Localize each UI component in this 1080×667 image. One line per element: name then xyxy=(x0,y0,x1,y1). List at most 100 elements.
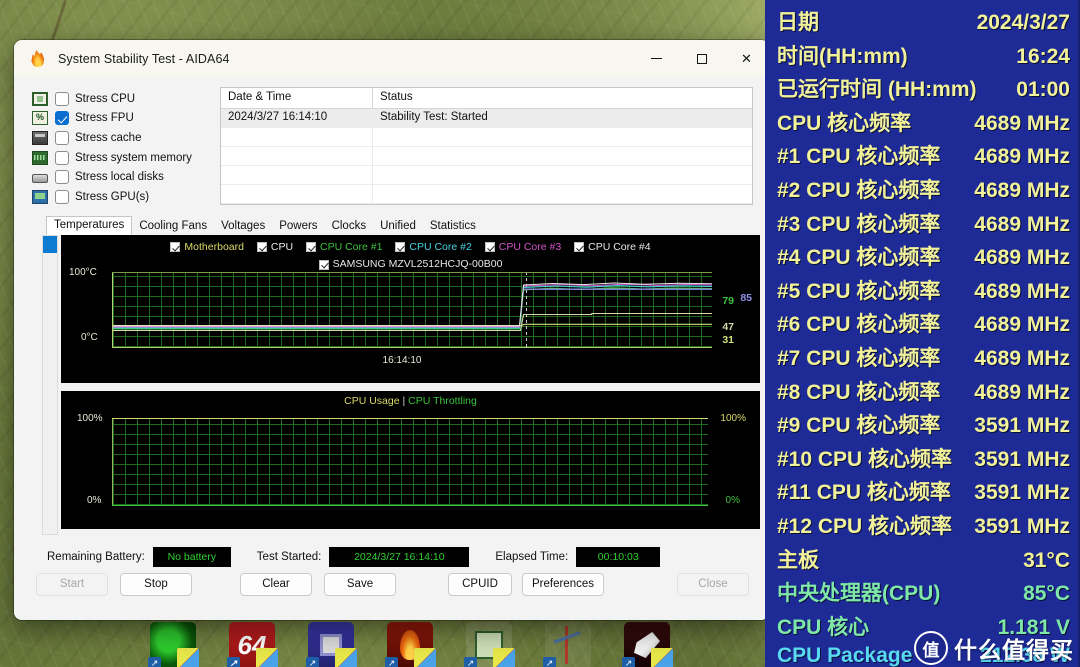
cpuid-button[interactable]: CPUID xyxy=(448,572,512,596)
osd-key: CPU 核心 xyxy=(777,615,870,639)
close-button[interactable]: Close xyxy=(677,572,749,596)
start-button[interactable]: Start xyxy=(36,572,108,596)
usage-title-separator: | xyxy=(402,394,406,407)
close-icon[interactable]: ✕ xyxy=(724,40,769,77)
tab-temperatures[interactable]: Temperatures xyxy=(46,215,133,235)
stress-fpu-checkbox[interactable] xyxy=(55,111,69,126)
osd-key: #6 CPU 核心频率 xyxy=(777,313,941,337)
table-row[interactable] xyxy=(221,128,752,147)
usage-ytick-left-top: 100% xyxy=(77,412,103,424)
battery-label: Remaining Battery: xyxy=(47,550,145,563)
table-row[interactable] xyxy=(221,166,752,185)
stress-cpu-checkbox[interactable] xyxy=(55,91,69,106)
stress-options-list: Stress CPU % Stress FPU Stress cache Str… xyxy=(32,87,204,207)
osd-key: #1 CPU 核心频率 xyxy=(777,145,941,169)
osd-value: 31°C xyxy=(1023,548,1070,572)
legend-checkbox[interactable] xyxy=(305,242,316,253)
scrollbar-thumb[interactable] xyxy=(43,235,57,253)
window-titlebar[interactable]: System Stability Test - AIDA64 ✕ xyxy=(14,40,769,77)
tab-statistics[interactable]: Statistics xyxy=(423,218,483,235)
table-row[interactable]: 2024/3/27 16:14:10 Stability Test: Start… xyxy=(221,109,752,128)
tab-cooling-fans[interactable]: Cooling Fans xyxy=(132,218,214,235)
osd-row: #7 CPU 核心频率 4689 MHz xyxy=(777,342,1070,376)
smzdm-logo-icon: 值 xyxy=(914,631,948,665)
tab-unified[interactable]: Unified xyxy=(373,218,423,235)
elapsed-time-value: 00:10:03 xyxy=(576,546,661,567)
legend-checkbox[interactable] xyxy=(574,242,585,253)
top-section: Stress CPU % Stress FPU Stress cache Str… xyxy=(14,77,769,211)
tab-powers[interactable]: Powers xyxy=(272,218,324,235)
osd-key: 主板 xyxy=(777,548,819,572)
osd-value: 3591 MHz xyxy=(974,481,1070,505)
osd-value: 4689 MHz xyxy=(974,145,1070,169)
osd-row: #8 CPU 核心频率 4689 MHz xyxy=(777,376,1070,410)
osd-value: 4689 MHz xyxy=(974,178,1070,202)
stress-gpu-checkbox[interactable] xyxy=(55,189,69,204)
fpu-percent-icon: % xyxy=(32,111,48,126)
legend-item-cpu-core-2[interactable]: CPU Core #2 xyxy=(395,240,472,255)
desktop-icon-row: ↗ 64 ↗ ↗ ↗ ↗ ↗ ↗ xyxy=(148,622,673,667)
osd-row: #2 CPU 核心频率 4689 MHz xyxy=(777,174,1070,208)
osd-row: 时间(HH:mm) 16:24 xyxy=(777,40,1070,74)
cpuid-icon[interactable]: ↗ xyxy=(306,622,357,667)
sensor-legend: Motherboard CPU CPU Core #1 CPU Core #2 … xyxy=(61,235,760,275)
osd-row: CPU 核心频率 4689 MHz xyxy=(777,107,1070,141)
occt-icon[interactable]: ↗ xyxy=(543,622,591,667)
osd-key: #8 CPU 核心频率 xyxy=(777,380,941,404)
stress-memory-checkbox[interactable] xyxy=(55,150,69,165)
flame-icon xyxy=(27,48,49,70)
status-strip: Remaining Battery: No battery Test Start… xyxy=(14,535,769,569)
legend-item-samsung-ssd[interactable]: SAMSUNG MZVL2512HCJQ-00B00 xyxy=(318,257,502,272)
legend-item-cpu-core-3[interactable]: CPU Core #3 xyxy=(484,240,561,255)
event-log-table[interactable]: Date & Time Status 2024/3/27 16:14:10 St… xyxy=(220,87,753,205)
legend-checkbox[interactable] xyxy=(318,259,329,270)
tab-voltages[interactable]: Voltages xyxy=(214,218,272,235)
preferences-button[interactable]: Preferences xyxy=(522,572,604,596)
stress-option-cpu[interactable]: Stress CPU xyxy=(32,89,204,109)
table-row[interactable] xyxy=(221,185,752,204)
stress-option-cache[interactable]: Stress cache xyxy=(32,128,204,148)
osd-value: 4689 MHz xyxy=(974,346,1070,370)
stress-option-gpu[interactable]: Stress GPU(s) xyxy=(32,187,204,207)
usage-grid xyxy=(113,418,708,505)
legend-checkbox[interactable] xyxy=(256,242,267,253)
stress-cache-checkbox[interactable] xyxy=(55,130,69,145)
stop-button[interactable]: Stop xyxy=(120,572,192,596)
legend-item-cpu-core-4[interactable]: CPU Core #4 xyxy=(574,240,651,255)
graph-vertical-scrollbar[interactable] xyxy=(42,234,58,535)
stress-option-disks[interactable]: Stress local disks xyxy=(32,167,204,187)
minimize-button[interactable] xyxy=(634,40,679,77)
furmark-icon[interactable]: ↗ xyxy=(385,622,436,667)
legend-checkbox[interactable] xyxy=(484,242,495,253)
aida64-icon[interactable]: 64 ↗ xyxy=(227,622,278,667)
window-title: System Stability Test - AIDA64 xyxy=(58,51,230,66)
legend-item-motherboard[interactable]: Motherboard xyxy=(170,240,244,255)
osd-row: #5 CPU 核心频率 4689 MHz xyxy=(777,275,1070,309)
memory-module-icon xyxy=(32,150,48,165)
sandra-icon[interactable]: ↗ xyxy=(622,622,673,667)
osd-key: CPU 核心频率 xyxy=(777,111,912,135)
aida64-osd-panel: 日期 2024/3/27 时间(HH:mm) 16:24 已运行时间 (HH:m… xyxy=(765,0,1080,667)
legend-label: CPU Core #2 xyxy=(409,240,472,253)
hwinfo-icon[interactable]: ↗ xyxy=(464,622,515,667)
stress-option-label: Stress local disks xyxy=(75,171,164,184)
legend-item-cpu[interactable]: CPU xyxy=(256,240,293,255)
osd-key: #7 CPU 核心频率 xyxy=(777,346,941,370)
clear-button[interactable]: Clear xyxy=(240,572,312,596)
usage-ytick-right-top: 100% xyxy=(720,412,746,424)
stress-option-memory[interactable]: Stress system memory xyxy=(32,148,204,168)
temp-ytick-bottom: 0°C xyxy=(81,331,98,343)
legend-checkbox[interactable] xyxy=(170,242,181,253)
save-button[interactable]: Save xyxy=(324,572,396,596)
table-row[interactable] xyxy=(221,147,752,166)
legend-item-cpu-core-1[interactable]: CPU Core #1 xyxy=(305,240,382,255)
maximize-button[interactable] xyxy=(679,40,724,77)
stress-disks-checkbox[interactable] xyxy=(55,170,69,185)
tab-clocks[interactable]: Clocks xyxy=(325,218,374,235)
temp-value-motherboard: 31 xyxy=(722,333,734,346)
osd-value: 2024/3/27 xyxy=(976,11,1070,34)
stress-option-fpu[interactable]: % Stress FPU xyxy=(32,109,204,129)
nvidia-app-icon[interactable]: ↗ xyxy=(148,622,199,667)
cpu-usage-chart: CPU Usage | CPU Throttling 100% 0% 100% … xyxy=(61,390,760,529)
legend-checkbox[interactable] xyxy=(395,242,406,253)
